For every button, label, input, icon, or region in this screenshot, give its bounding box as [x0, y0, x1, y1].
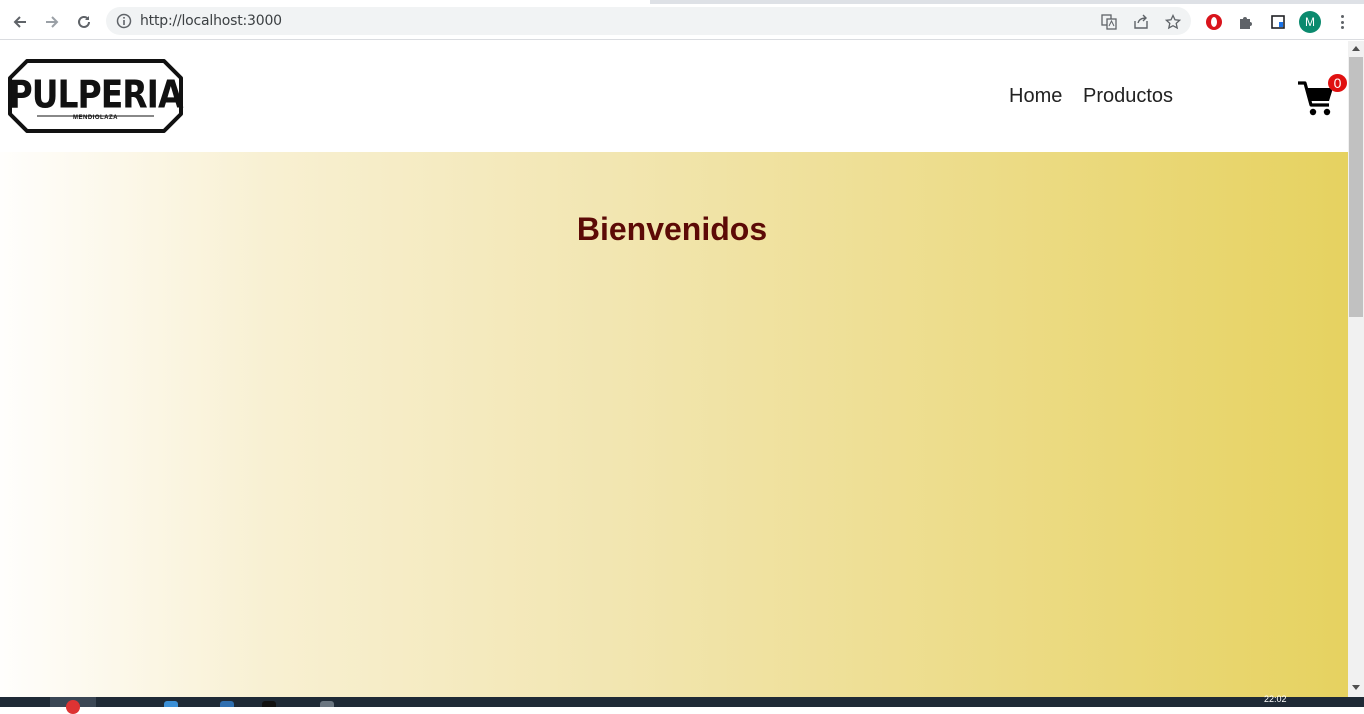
puzzle-icon[interactable]	[1236, 12, 1256, 32]
app-icon	[66, 700, 80, 714]
logo-subtext: MENDIOLAZA	[73, 115, 118, 121]
opera-icon[interactable]	[1204, 12, 1224, 32]
forward-arrow-icon	[46, 16, 59, 28]
back-button[interactable]	[8, 10, 32, 34]
scroll-up-icon[interactable]	[1352, 46, 1360, 51]
nav-link-productos[interactable]: Productos	[1083, 85, 1173, 108]
site-header: PULPERIA MENDIOLAZA Home Productos 0	[0, 41, 1348, 152]
forward-button[interactable]	[40, 10, 64, 34]
taskbar-active-app[interactable]	[50, 697, 96, 714]
taskbar-app-icon[interactable]	[262, 701, 276, 707]
reload-icon	[78, 15, 90, 28]
page-title: Bienvenidos	[576, 211, 768, 247]
web-page: PULPERIA MENDIOLAZA Home Productos 0 Bie…	[0, 41, 1348, 697]
taskbar-app-icon[interactable]	[220, 701, 234, 707]
site-logo[interactable]: PULPERIA MENDIOLAZA	[7, 58, 184, 134]
reload-button[interactable]	[72, 10, 96, 34]
browser-toolbar: http://localhost:3000 M	[0, 4, 1364, 40]
hero-section: Bienvenidos	[0, 152, 1348, 697]
back-arrow-icon	[13, 16, 26, 28]
info-icon[interactable]	[116, 13, 132, 34]
address-bar[interactable]: http://localhost:3000	[106, 7, 1191, 35]
url-text[interactable]: http://localhost:3000	[140, 13, 282, 29]
scroll-down-icon[interactable]	[1352, 685, 1360, 690]
taskbar-app-icon[interactable]	[164, 701, 178, 707]
page-scrollbar[interactable]	[1348, 41, 1364, 697]
cart-count-badge: 0	[1328, 74, 1347, 92]
nav-link-home[interactable]: Home	[1009, 85, 1062, 108]
translate-icon[interactable]	[1100, 13, 1118, 31]
star-icon[interactable]	[1164, 13, 1182, 31]
menu-kebab-icon[interactable]	[1336, 12, 1348, 32]
logo-text: PULPERIA	[8, 72, 184, 117]
profile-avatar[interactable]: M	[1299, 11, 1321, 33]
scrollbar-thumb[interactable]	[1349, 57, 1363, 317]
taskbar-clock[interactable]: 22:02	[1264, 694, 1287, 704]
os-taskbar: 22:02	[0, 694, 1364, 714]
share-icon[interactable]	[1132, 13, 1150, 31]
taskbar-app-icon[interactable]	[320, 701, 334, 707]
sidepanel-icon[interactable]	[1268, 12, 1288, 32]
